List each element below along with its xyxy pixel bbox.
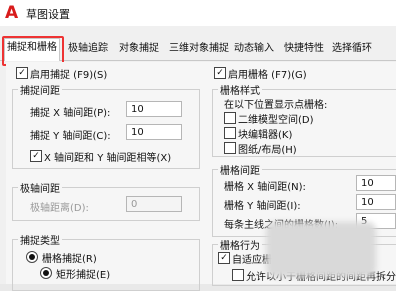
- snap-y-input[interactable]: 10: [126, 124, 182, 140]
- snap-type-title: 捕捉类型: [18, 232, 62, 247]
- equal-spacing-checkbox[interactable]: ✓: [30, 150, 42, 162]
- grid-style-desc: 在以下位置显示点栅格:: [224, 100, 328, 111]
- model-space-checkbox[interactable]: [224, 112, 236, 124]
- title-bar: A 草图设置: [0, 0, 396, 26]
- autocad-logo-icon: A: [5, 3, 19, 23]
- tab-3d-object-snap[interactable]: 三维对象捕捉: [167, 40, 231, 60]
- grid-x-label: 栅格 X 轴间距(N):: [224, 182, 306, 193]
- sheet-layout-label: 图纸/布局(H): [238, 145, 297, 156]
- grid-snap-radio[interactable]: [26, 251, 38, 263]
- adaptive-grid-checkbox[interactable]: ✓: [218, 252, 230, 264]
- tab-selection-cycling[interactable]: 选择循环: [330, 40, 374, 60]
- tab-content: ✓ 启用捕捉 (F9)(S) 捕捉间距 捕捉 X 轴间距(P): 10 捕捉 Y…: [6, 62, 396, 291]
- watermark-blur: [266, 222, 376, 277]
- rect-snap-label: 矩形捕捉(E): [56, 270, 111, 281]
- enable-snap-checkbox[interactable]: ✓: [16, 67, 28, 79]
- drafting-settings-dialog: A 草图设置 捕捉和栅格 极轴追踪 对象捕捉 三维对象捕捉 动态输入 快捷特性 …: [0, 0, 396, 291]
- grid-y-input[interactable]: 10: [356, 194, 396, 210]
- window-title: 草图设置: [26, 8, 70, 21]
- snap-y-label: 捕捉 Y 轴间距(C):: [30, 131, 111, 142]
- rect-snap-radio[interactable]: [40, 267, 52, 279]
- enable-snap-label: 启用捕捉 (F9)(S): [30, 70, 108, 81]
- tab-object-snap[interactable]: 对象捕捉: [117, 40, 161, 60]
- polar-distance-label: 极轴距离(D):: [30, 203, 89, 214]
- polar-spacing-title: 极轴间距: [18, 180, 62, 195]
- block-editor-checkbox[interactable]: [224, 127, 236, 139]
- snap-spacing-title: 捕捉间距: [18, 82, 62, 97]
- enable-grid-checkbox[interactable]: ✓: [214, 67, 226, 79]
- allow-subdivision-checkbox[interactable]: [232, 269, 244, 281]
- equal-spacing-label: X 轴间距和 Y 轴间距相等(X): [44, 153, 172, 164]
- block-editor-label: 块编辑器(K): [238, 130, 293, 141]
- tab-quick-properties[interactable]: 快捷特性: [282, 40, 326, 60]
- snap-x-label: 捕捉 X 轴间距(P):: [30, 108, 111, 119]
- grid-x-input[interactable]: 10: [356, 175, 396, 191]
- enable-grid-label: 启用栅格 (F7)(G): [228, 70, 307, 81]
- snap-x-input[interactable]: 10: [126, 101, 182, 117]
- grid-style-title: 栅格样式: [218, 82, 262, 97]
- sheet-layout-checkbox[interactable]: [224, 142, 236, 154]
- polar-distance-input[interactable]: 0: [126, 196, 182, 212]
- grid-spacing-title: 栅格间距: [218, 162, 262, 177]
- grid-behavior-title: 栅格行为: [218, 237, 262, 252]
- grid-snap-label: 栅格捕捉(R): [42, 254, 97, 265]
- model-space-label: 二维模型空间(D): [238, 115, 314, 126]
- tab-dynamic-input[interactable]: 动态输入: [232, 40, 276, 60]
- tab-polar-tracking[interactable]: 极轴追踪: [66, 40, 110, 60]
- grid-y-label: 栅格 Y 轴间距(I):: [224, 201, 301, 212]
